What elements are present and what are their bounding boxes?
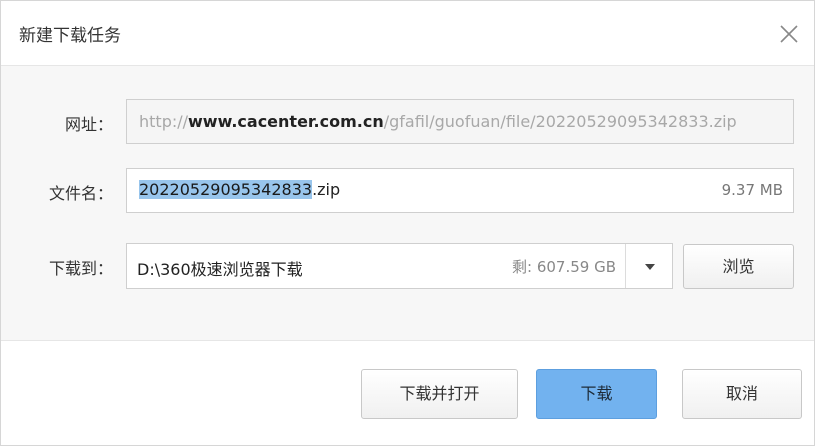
dialog-title: 新建下载任务 — [19, 26, 121, 46]
url-field[interactable]: http://www.cacenter.com.cn/gfafil/guofua… — [126, 99, 794, 144]
url-path: /gfafil/guofuan/file/20220529095342833.z… — [383, 112, 737, 131]
cancel-button[interactable]: 取消 — [682, 369, 802, 419]
download-button[interactable]: 下载 — [536, 369, 657, 419]
free-space: 剩: 607.59 GB — [512, 258, 616, 276]
destination-path: D:\360极速浏览器下载 — [137, 260, 303, 279]
filename-selected-text: 20220529095342833 — [139, 180, 313, 199]
url-prefix: http:// — [139, 112, 189, 131]
browse-button[interactable]: 浏览 — [683, 244, 794, 289]
filename-label: 文件名： — [48, 184, 113, 203]
filename-input[interactable]: 20220529095342833.zip 9.37 MB — [126, 168, 794, 213]
close-icon[interactable] — [776, 21, 802, 47]
url-text: http://www.cacenter.com.cn/gfafil/guofua… — [139, 112, 737, 131]
dialog-body: 网址： http://www.cacenter.com.cn/gfafil/gu… — [1, 66, 814, 341]
filename-text: 20220529095342833.zip — [139, 180, 340, 199]
new-download-dialog: 新建下载任务 网址： http://www.cacenter.com.cn/gf… — [0, 0, 815, 446]
file-size: 9.37 MB — [721, 181, 783, 199]
dropdown-divider — [625, 244, 626, 288]
dialog-titlebar: 新建下载任务 — [1, 1, 814, 66]
url-label: 网址： — [64, 115, 113, 134]
chevron-down-icon[interactable] — [645, 264, 655, 270]
destination-label: 下载到： — [48, 259, 113, 278]
filename-extension: .zip — [312, 180, 341, 199]
download-and-open-button[interactable]: 下载并打开 — [361, 369, 518, 419]
url-host: www.cacenter.com.cn — [188, 112, 384, 131]
destination-select[interactable]: D:\360极速浏览器下载 剩: 607.59 GB — [126, 243, 673, 289]
